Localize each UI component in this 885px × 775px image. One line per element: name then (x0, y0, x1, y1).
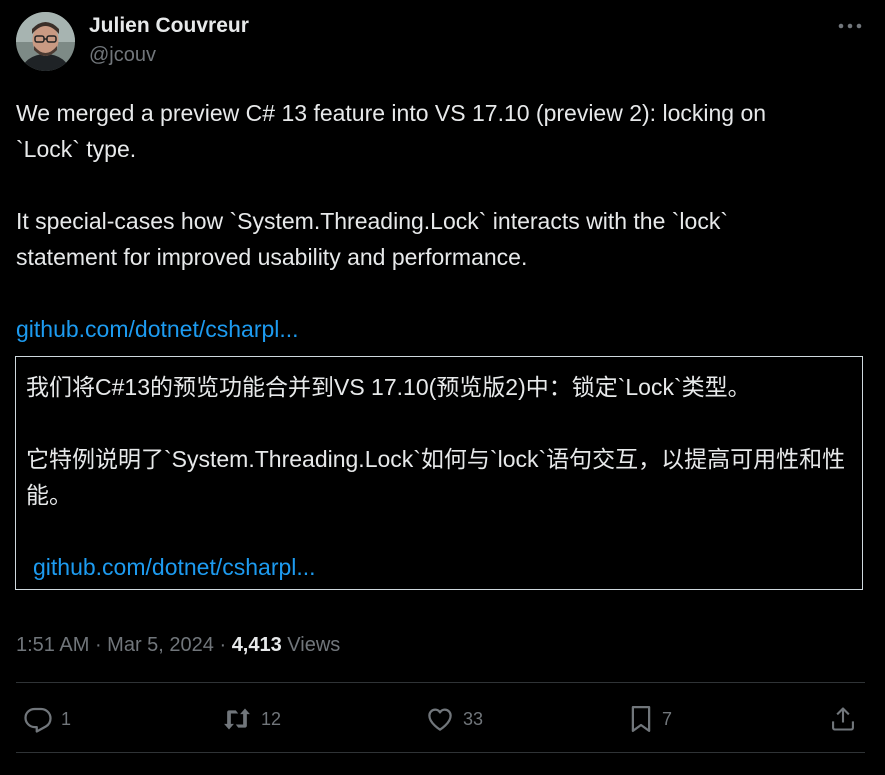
tweet-line: It special-cases how `System.Threading.L… (16, 208, 728, 234)
more-horizontal-icon (838, 23, 862, 29)
author-block: Julien Couvreur @jcouv (89, 12, 249, 70)
like-count: 33 (463, 708, 484, 729)
heart-icon (428, 708, 452, 731)
reply-button[interactable]: 1 (23, 700, 71, 738)
bookmark-button[interactable]: 7 (628, 700, 672, 738)
tweet-meta: 1:51 AM · Mar 5, 2024 · 4,413 Views (16, 630, 340, 660)
avatar[interactable] (16, 12, 75, 71)
tweet-date[interactable]: Mar 5, 2024 (107, 634, 214, 656)
translation-link[interactable]: github.com/dotnet/csharpl... (33, 549, 316, 585)
divider (16, 682, 865, 683)
bookmark-count: 7 (662, 708, 673, 729)
repost-icon (224, 708, 250, 730)
tweet-time[interactable]: 1:51 AM (16, 634, 89, 656)
tweet-line: `Lock` type. (16, 136, 137, 162)
tweet-line: We merged a preview C# 13 feature into V… (16, 100, 767, 126)
tweet-text: We merged a preview C# 13 feature into V… (16, 95, 866, 347)
tweet-line: statement for improved usability and per… (16, 244, 528, 270)
avatar-image (16, 12, 75, 71)
tweet-link[interactable]: github.com/dotnet/csharpl... (16, 316, 299, 342)
repost-button[interactable]: 12 (221, 700, 281, 738)
reply-icon (24, 707, 52, 733)
share-button[interactable] (829, 700, 857, 738)
share-icon (832, 707, 854, 731)
divider (16, 752, 865, 753)
reply-count: 1 (61, 708, 72, 729)
like-button[interactable]: 33 (425, 700, 483, 738)
meta-separator: · (213, 634, 232, 656)
more-options-button[interactable] (837, 14, 863, 38)
views-label: Views (281, 634, 341, 656)
tweet-page: Julien Couvreur @jcouv We merged a previ… (0, 0, 885, 775)
views-count: 4,413 (231, 634, 282, 656)
repost-count: 12 (261, 708, 282, 729)
action-bar: 1 12 33 7 (0, 700, 885, 738)
bookmark-icon (631, 706, 651, 732)
translation-paragraph: 我们将C#13的预览功能合并到VS 17.10(预览版2)中：锁定`Lock`类… (26, 374, 751, 400)
translation-box: 我们将C#13的预览功能合并到VS 17.10(预览版2)中：锁定`Lock`类… (15, 356, 863, 590)
translation-paragraph: 它特例说明了`System.Threading.Lock`如何与`lock`语句… (26, 446, 846, 508)
author-name[interactable]: Julien Couvreur (89, 12, 249, 40)
author-handle[interactable]: @jcouv (89, 40, 249, 70)
meta-separator: · (89, 634, 108, 656)
